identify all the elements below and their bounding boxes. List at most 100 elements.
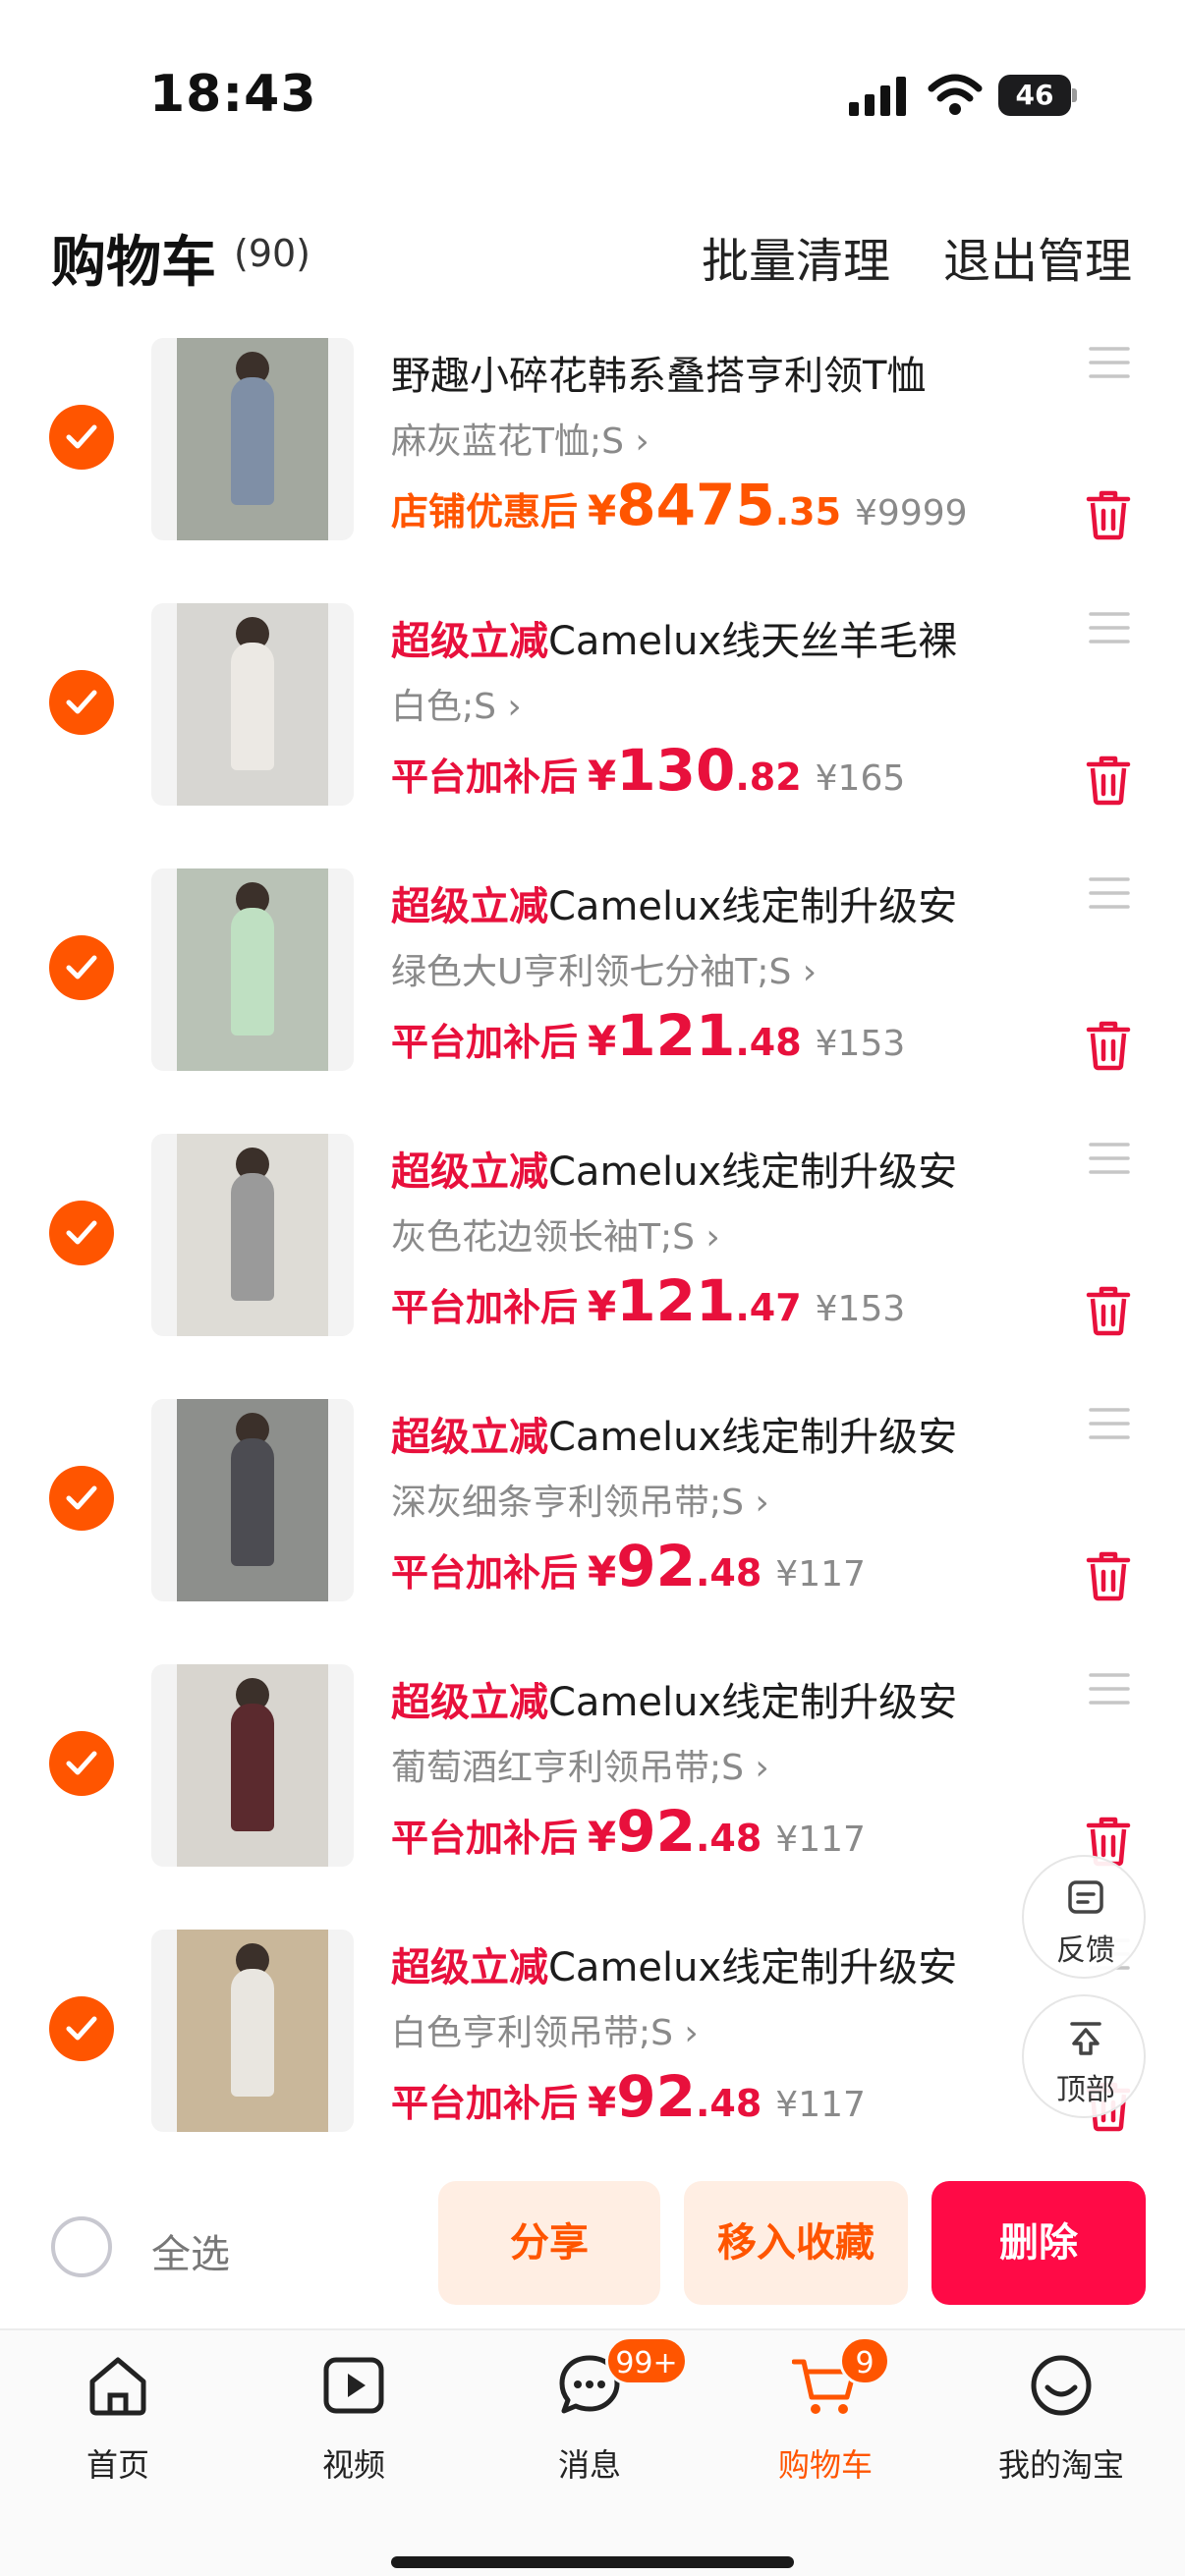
product-name: Camelux线定制升级安 xyxy=(548,1149,958,1195)
sku-selector[interactable]: 绿色大U亨利领七分袖T;S › xyxy=(391,943,817,994)
price-row: 平台加补后 ¥121.48 ¥153 xyxy=(391,1002,905,1069)
sku-selector[interactable]: 白色亨利领吊带;S › xyxy=(391,2004,699,2055)
chevron-right-icon: › xyxy=(623,421,649,462)
home-icon xyxy=(89,2357,146,2416)
tab-messages[interactable]: 99+ 消息 xyxy=(472,2330,707,2488)
price-label: 平台加补后 xyxy=(391,1817,579,1860)
price-decimal: .48 xyxy=(695,2082,762,2125)
tab-my-taobao[interactable]: 我的淘宝 xyxy=(943,2330,1179,2488)
drag-handle-icon[interactable] xyxy=(1089,346,1130,379)
tab-label: 消息 xyxy=(557,2446,621,2484)
item-checkbox[interactable] xyxy=(49,1201,114,1265)
cart-item[interactable]: 超级立减Camelux线天丝羊毛裸 白色;S › 平台加补后 ¥130.82 ¥165 xyxy=(0,588,1185,853)
cart-item[interactable]: 超级立减Camelux线定制升级安绿色大U亨利领七分袖T;S › 平台加补后 ¥12… xyxy=(0,853,1185,1118)
cart-item[interactable]: 超级立减Camelux线定制升级安深灰细条亨利领吊带;S › 平台加补后 ¥92.4… xyxy=(0,1383,1185,1649)
move-to-favorites-button[interactable]: 移入收藏 xyxy=(684,2181,908,2305)
checkmark-icon xyxy=(66,2016,97,2041)
cart-item[interactable]: 超级立减Camelux线定制升级安 葡萄酒红亨利领吊带;S › 平台加补后 ¥92.4… xyxy=(0,1649,1185,1914)
tab-label: 购物车 xyxy=(777,2446,873,2484)
price-integer: 92 xyxy=(616,2063,696,2130)
currency-symbol: ¥ xyxy=(588,1547,617,1596)
back-to-top-button[interactable]: 顶部 xyxy=(1022,1994,1146,2118)
product-image[interactable] xyxy=(151,1930,354,2132)
promo-tag: 超级立减 xyxy=(391,1680,548,1725)
item-checkbox[interactable] xyxy=(49,670,114,735)
item-checkbox[interactable] xyxy=(49,405,114,470)
back-to-top-label: 顶部 xyxy=(1056,2073,1115,2107)
tab-cart[interactable]: 9 购物车 xyxy=(707,2330,943,2488)
sku-selector[interactable]: 葡萄酒红亨利领吊带;S › xyxy=(391,1739,769,1790)
original-price: ¥117 xyxy=(775,1820,866,1860)
product-image[interactable] xyxy=(151,603,354,806)
sku-selector[interactable]: 白色;S › xyxy=(391,678,522,729)
promo-tag: 超级立减 xyxy=(391,619,548,664)
sku-selector[interactable]: 麻灰蓝花T恤;S › xyxy=(391,413,649,464)
tab-video[interactable]: 视频 xyxy=(236,2330,472,2488)
chevron-right-icon: › xyxy=(495,687,522,727)
cart-item[interactable]: 超级立减Camelux线定制升级安 白色亨利领吊带;S › 平台加补后 ¥92.48 ¥… xyxy=(0,1914,1185,2150)
product-title[interactable]: 超级立减Camelux线定制升级安 xyxy=(391,1140,990,1197)
signal-icon xyxy=(849,77,908,116)
cart-item[interactable]: 野趣小碎花韩系叠搭亨利领T恤 麻灰蓝花T恤;S › 店铺优惠后 ¥8475.35 ¥99… xyxy=(0,322,1185,588)
price-integer: 121 xyxy=(616,1002,736,1069)
share-button[interactable]: 分享 xyxy=(438,2181,660,2305)
original-price: ¥9999 xyxy=(855,493,968,533)
product-image[interactable] xyxy=(151,1134,354,1336)
product-image[interactable] xyxy=(151,1664,354,1867)
item-checkbox[interactable] xyxy=(49,1996,114,2061)
select-all-checkbox[interactable] xyxy=(51,2216,112,2277)
item-checkbox[interactable] xyxy=(49,935,114,1000)
trash-icon[interactable] xyxy=(1085,1550,1132,1601)
trash-icon[interactable] xyxy=(1085,489,1132,540)
product-image[interactable] xyxy=(151,868,354,1071)
currency-symbol: ¥ xyxy=(588,2078,617,2126)
trash-icon[interactable] xyxy=(1085,1285,1132,1336)
select-all-label[interactable]: 全选 xyxy=(151,2222,230,2279)
product-title[interactable]: 超级立减Camelux线定制升级安 xyxy=(391,1935,990,1992)
item-checkbox[interactable] xyxy=(49,1466,114,1531)
cart-item[interactable]: 超级立减Camelux线定制升级安 灰色花边领长袖T;S › 平台加补后 ¥121.4… xyxy=(0,1118,1185,1383)
currency-symbol: ¥ xyxy=(588,752,617,800)
sku-selector[interactable]: 深灰细条亨利领吊带;S › xyxy=(391,1474,769,1525)
product-title[interactable]: 超级立减Camelux线定制升级安 xyxy=(391,874,990,931)
tab-home[interactable]: 首页 xyxy=(0,2330,236,2488)
drag-handle-icon[interactable] xyxy=(1089,1142,1130,1175)
price-label: 店铺优惠后 xyxy=(391,490,579,533)
delete-button[interactable]: 删除 xyxy=(931,2181,1146,2305)
original-price: ¥153 xyxy=(815,1024,906,1064)
drag-handle-icon[interactable] xyxy=(1089,1672,1130,1706)
product-image[interactable] xyxy=(151,338,354,540)
sku-selector[interactable]: 灰色花边领长袖T;S › xyxy=(391,1208,720,1260)
product-name: Camelux线定制升级安 xyxy=(548,884,958,929)
item-checkbox[interactable] xyxy=(49,1731,114,1796)
product-title[interactable]: 野趣小碎花韩系叠搭亨利领T恤 xyxy=(391,344,990,401)
sku-text: 灰色花边领长袖T;S xyxy=(391,1217,695,1258)
product-title[interactable]: 超级立减Camelux线天丝羊毛裸 xyxy=(391,609,990,666)
sku-text: 白色亨利领吊带;S xyxy=(391,2013,673,2053)
price-label: 平台加补后 xyxy=(391,756,579,799)
exit-manage-button[interactable]: 退出管理 xyxy=(943,222,1132,291)
feedback-button[interactable]: 反馈 xyxy=(1022,1855,1146,1979)
batch-clean-button[interactable]: 批量清理 xyxy=(702,222,890,291)
currency-symbol: ¥ xyxy=(588,1017,617,1065)
drag-handle-icon[interactable] xyxy=(1089,611,1130,644)
product-image[interactable] xyxy=(151,1399,354,1601)
messages-badge: 99+ xyxy=(605,2336,688,2385)
trash-icon[interactable] xyxy=(1085,1020,1132,1071)
drag-handle-icon[interactable] xyxy=(1089,1407,1130,1440)
checkmark-icon xyxy=(66,690,97,714)
price-label: 平台加补后 xyxy=(391,2082,579,2125)
drag-handle-icon[interactable] xyxy=(1089,876,1130,910)
sku-text: 绿色大U亨利领七分袖T;S xyxy=(391,952,792,992)
product-title[interactable]: 超级立减Camelux线定制升级安 xyxy=(391,1670,990,1727)
original-price: ¥153 xyxy=(815,1289,906,1329)
checkmark-icon xyxy=(66,424,97,449)
original-price: ¥117 xyxy=(775,1554,866,1595)
price-label: 平台加补后 xyxy=(391,1286,579,1329)
chevron-right-icon: › xyxy=(743,1483,769,1523)
arrow-up-icon xyxy=(1070,2022,1101,2055)
trash-icon[interactable] xyxy=(1085,755,1132,806)
product-title[interactable]: 超级立减Camelux线定制升级安 xyxy=(391,1405,990,1462)
battery-level: 46 xyxy=(998,75,1071,116)
price-row: 平台加补后 ¥92.48 ¥117 xyxy=(391,1533,866,1599)
